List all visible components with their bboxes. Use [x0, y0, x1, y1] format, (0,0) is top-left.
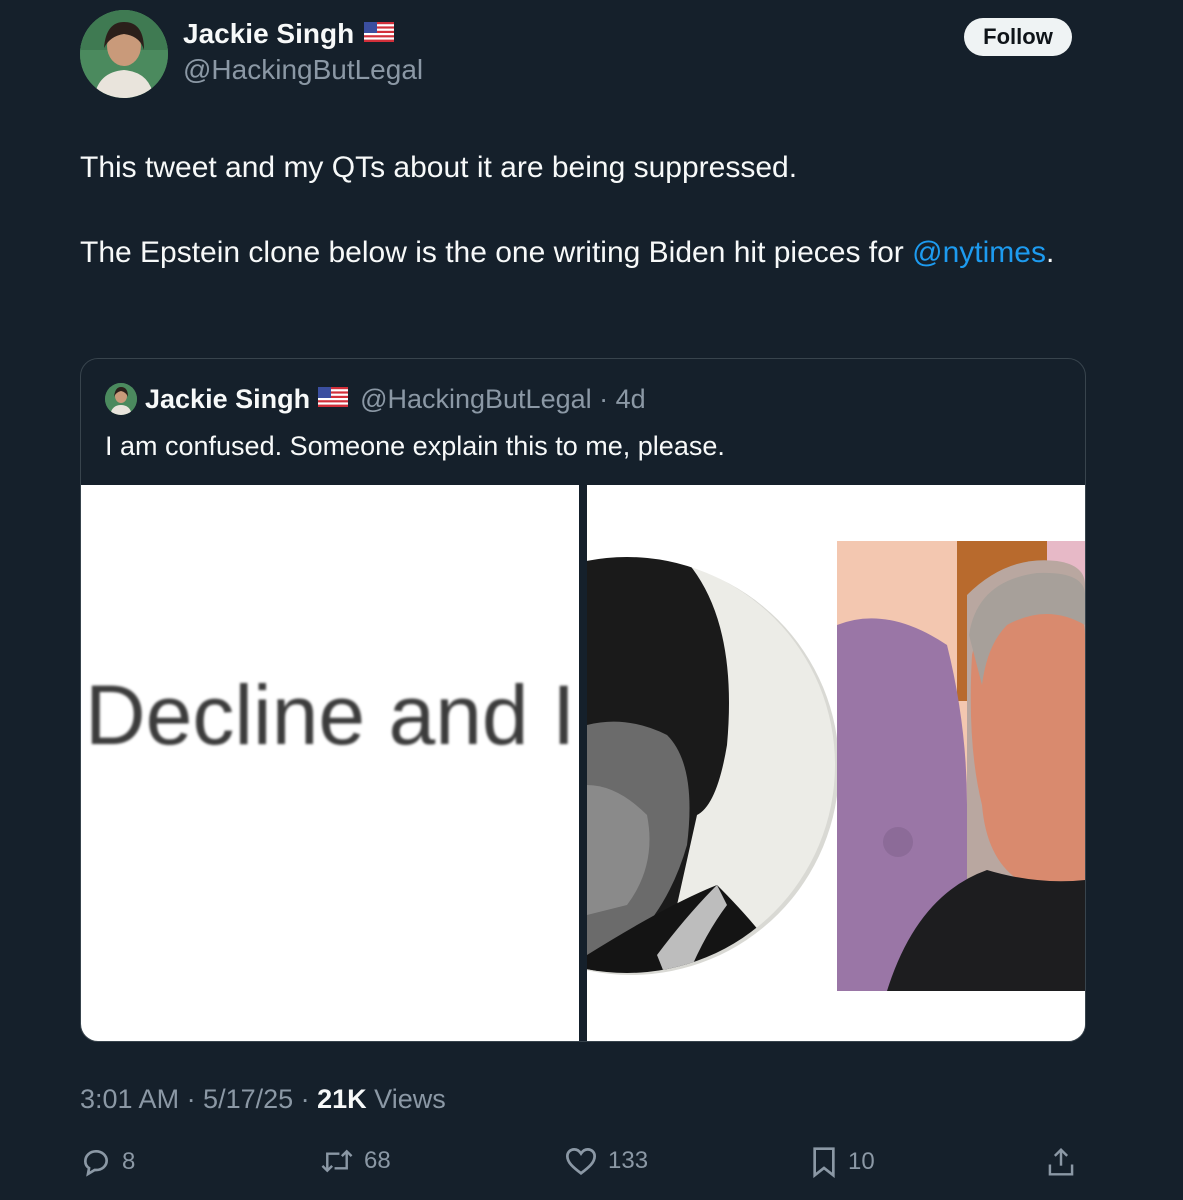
views-label: Views: [366, 1084, 446, 1114]
quoted-tweet-text: I am confused. Someone explain this to m…: [105, 431, 725, 461]
like-count: 133: [608, 1147, 649, 1174]
bookmark-count: 10: [848, 1148, 875, 1175]
tweet-line-2: The Epstein clone below is the one writi…: [80, 231, 1100, 274]
media-image-left[interactable]: Decline and I: [81, 485, 579, 1041]
author-handle[interactable]: @HackingButLegal: [183, 54, 423, 86]
views-count: 21K: [317, 1084, 367, 1114]
tweet-line-2-text: The Epstein clone below is the one writi…: [80, 236, 913, 269]
quoted-author-avatar: [105, 383, 137, 415]
tweet-meta: 3:01 AM · 5/17/25 · 21K Views: [80, 1084, 446, 1115]
quoted-tweet-card[interactable]: Jackie Singh @HackingButLegal · 4d I am …: [80, 358, 1086, 1042]
author-display-name[interactable]: Jackie Singh: [183, 18, 354, 50]
media-image-right-photo: [587, 485, 1085, 1041]
repost-button[interactable]: 68: [320, 1146, 391, 1176]
media-image-left-text: Decline and I: [85, 668, 576, 762]
media-divider: [579, 485, 587, 1041]
reply-button[interactable]: 8: [80, 1146, 135, 1178]
repost-count: 68: [364, 1147, 391, 1174]
us-flag-icon: [318, 386, 349, 412]
tweet-actions-bar: 8 68 133 10: [80, 1146, 1080, 1186]
quoted-author-handle-time: @HackingButLegal · 4d: [360, 383, 646, 414]
quoted-author-name: Jackie Singh: [145, 383, 311, 414]
share-button[interactable]: [1046, 1146, 1076, 1178]
tweet-line-2-suffix: .: [1045, 236, 1055, 269]
author-avatar[interactable]: [80, 10, 168, 98]
mention-link[interactable]: @nytimes: [912, 236, 1046, 269]
bookmark-button[interactable]: 10: [810, 1146, 875, 1178]
like-button[interactable]: 133: [564, 1146, 648, 1176]
reply-count: 8: [122, 1148, 136, 1175]
share-icon: [1046, 1146, 1076, 1178]
reply-icon: [80, 1146, 112, 1178]
media-image-right[interactable]: [587, 485, 1085, 1041]
quoted-tweet-media[interactable]: Decline and I: [81, 485, 1085, 1041]
follow-button[interactable]: Follow: [964, 18, 1072, 56]
tweet-text: This tweet and my QTs about it are being…: [80, 146, 1100, 274]
tweet-line-1: This tweet and my QTs about it are being…: [80, 151, 798, 184]
quoted-tweet-header: Jackie Singh @HackingButLegal · 4d: [105, 383, 646, 415]
repost-icon: [320, 1146, 354, 1176]
heart-icon: [564, 1146, 598, 1176]
bookmark-icon: [810, 1146, 838, 1178]
tweet-timestamp[interactable]: 3:01 AM · 5/17/25 ·: [80, 1084, 317, 1114]
us-flag-icon: [364, 21, 395, 47]
